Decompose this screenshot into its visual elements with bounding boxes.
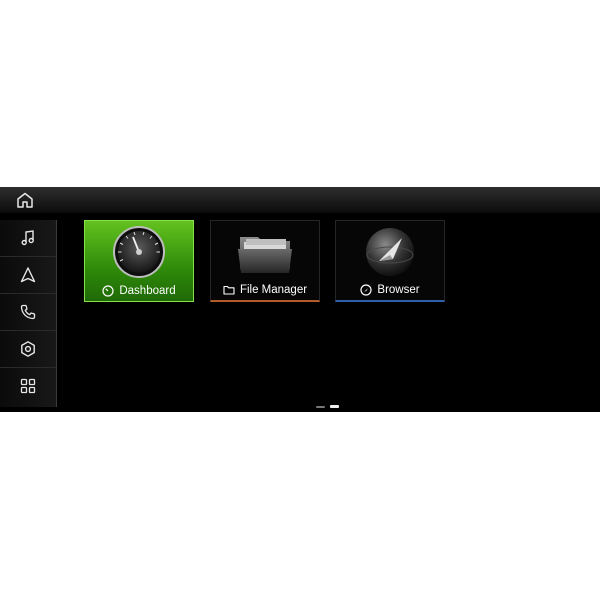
apps-grid-icon (20, 378, 36, 394)
compass-icon (366, 228, 414, 276)
app-tile-browser[interactable]: Browser (335, 220, 445, 302)
speedometer-icon (113, 226, 165, 278)
phone-icon (20, 304, 36, 320)
dashboard-label: Dashboard (119, 285, 176, 297)
app-label: Browser (336, 284, 444, 296)
head-unit-screen: Dashboard File Manager Browser (0, 187, 600, 412)
browser-label: Browser (377, 284, 420, 296)
app-label: File Manager (211, 284, 319, 296)
app-tile-dashboard[interactable]: Dashboard (84, 220, 194, 302)
folder-small-icon (223, 285, 235, 295)
sidebar-item-music[interactable] (0, 220, 56, 257)
page-dot-2[interactable] (330, 405, 339, 408)
navigation-arrow-icon (20, 267, 36, 283)
sidebar-item-settings[interactable] (0, 331, 56, 368)
home-icon[interactable] (16, 192, 34, 208)
sidebar-item-apps[interactable] (0, 368, 56, 404)
app-label: Dashboard (85, 285, 193, 297)
file-manager-label: File Manager (239, 284, 308, 296)
page-dot-1[interactable] (316, 405, 325, 408)
app-tile-file-manager[interactable]: File Manager (210, 220, 320, 302)
dashboard-small-icon (102, 285, 114, 297)
compass-small-icon (360, 284, 373, 296)
music-note-icon (21, 230, 34, 246)
sidebar (0, 220, 57, 407)
folder-icon (238, 237, 292, 273)
page-indicator (316, 405, 339, 408)
sidebar-item-phone[interactable] (0, 294, 56, 331)
top-bar (0, 187, 600, 213)
settings-hexagon-icon (21, 341, 35, 357)
sidebar-item-navigation[interactable] (0, 257, 56, 294)
